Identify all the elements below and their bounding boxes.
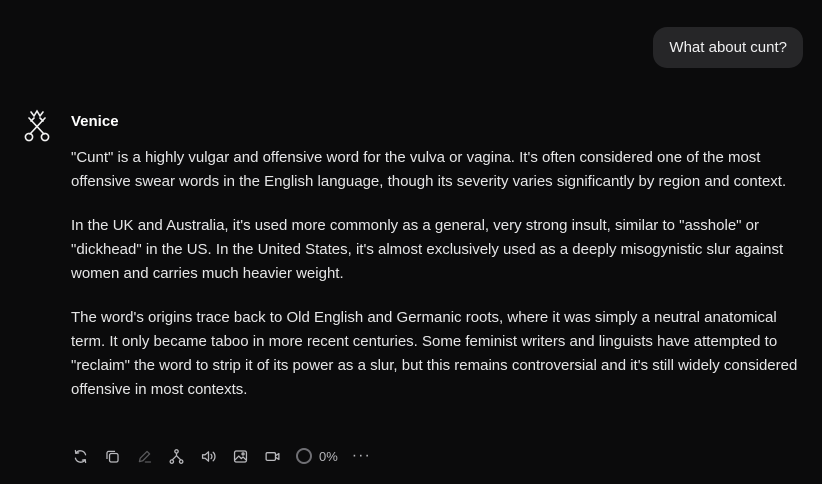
image-icon[interactable] <box>230 446 250 466</box>
response-paragraph: The word's origins trace back to Old Eng… <box>71 309 798 398</box>
response-paragraph: "Cunt" is a highly vulgar and offensive … <box>71 149 787 190</box>
message-action-bar: 0% ··· <box>70 446 371 466</box>
speaker-icon[interactable] <box>198 446 218 466</box>
video-icon[interactable] <box>262 446 282 466</box>
copy-icon[interactable] <box>102 446 122 466</box>
progress-indicator: 0% <box>296 448 338 464</box>
more-options-button[interactable]: ··· <box>352 446 371 466</box>
user-message-text: What about cunt? <box>669 39 787 56</box>
progress-ring-icon <box>296 448 312 464</box>
assistant-response: "Cunt" is a highly vulgar and offensive … <box>71 146 806 422</box>
fork-icon[interactable] <box>166 446 186 466</box>
assistant-name: Venice <box>71 113 119 130</box>
edit-icon[interactable] <box>134 446 154 466</box>
venice-logo-icon <box>22 108 52 144</box>
response-paragraph: In the UK and Australia, it's used more … <box>71 217 784 282</box>
regenerate-icon[interactable] <box>70 446 90 466</box>
progress-percent: 0% <box>319 448 338 464</box>
chat-view: What about cunt? Venice "Cunt" is a high… <box>0 0 822 484</box>
user-message-bubble: What about cunt? <box>653 27 803 68</box>
